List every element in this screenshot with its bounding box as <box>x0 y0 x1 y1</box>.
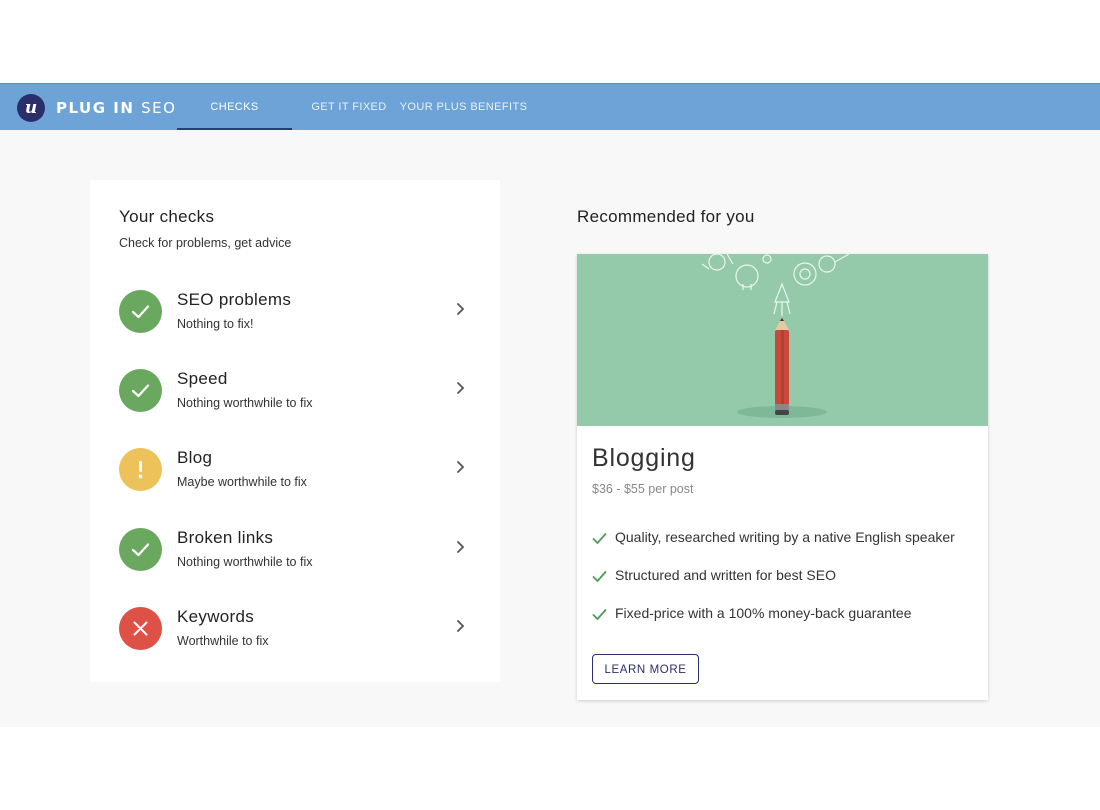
check-icon <box>592 533 607 544</box>
feature-text: Fixed-price with a 100% money-back guara… <box>615 605 912 621</box>
brand-name-bold: PLUG IN <box>56 99 135 117</box>
tab-your-plus-benefits[interactable]: YOUR PLUS BENEFITS <box>397 84 530 131</box>
check-item-title: Keywords <box>177 607 255 626</box>
tab-get-it-fixed[interactable]: GET IT FIXED <box>308 84 390 131</box>
check-item-status: Maybe worthwhile to fix <box>177 475 307 489</box>
learn-more-button[interactable]: LEARN MORE <box>592 654 699 684</box>
exclamation-icon <box>119 448 162 491</box>
brand-name[interactable]: PLUG IN SEO <box>56 99 176 117</box>
chevron-right-icon[interactable] <box>455 381 465 395</box>
checks-subtitle: Check for problems, get advice <box>119 236 292 250</box>
check-icon <box>592 571 607 582</box>
chevron-right-icon[interactable] <box>455 540 465 554</box>
check-item-blog[interactable]: Blog Maybe worthwhile to fix <box>119 448 469 498</box>
recommendation-title: Blogging <box>592 444 696 472</box>
blogging-hero-image <box>577 254 988 426</box>
brand-name-light: SEO <box>141 99 177 117</box>
chevron-right-icon[interactable] <box>455 460 465 474</box>
check-item-status: Nothing worthwhile to fix <box>177 396 313 410</box>
tab-checks[interactable]: CHECKS <box>177 84 292 131</box>
check-item-keywords[interactable]: Keywords Worthwhile to fix <box>119 607 469 657</box>
feature-text: Structured and written for best SEO <box>615 567 836 583</box>
pencil-illustration-icon <box>701 254 850 418</box>
check-icon <box>119 290 162 333</box>
recommendation-card: Blogging $36 - $55 per post Quality, res… <box>577 254 988 700</box>
brand-logo-icon[interactable]: u <box>17 94 45 122</box>
check-item-status: Nothing worthwhile to fix <box>177 555 313 569</box>
recommended-heading: Recommended for you <box>577 207 755 226</box>
check-item-title: Broken links <box>177 528 274 547</box>
check-item-title: Speed <box>177 369 228 388</box>
check-item-speed[interactable]: Speed Nothing worthwhile to fix <box>119 369 469 419</box>
check-icon <box>592 609 607 620</box>
main-content: Your checks Check for problems, get advi… <box>0 130 1100 727</box>
chevron-right-icon[interactable] <box>455 619 465 633</box>
x-icon <box>119 607 162 650</box>
check-item-status: Worthwhile to fix <box>177 634 269 648</box>
check-item-seo-problems[interactable]: SEO problems Nothing to fix! <box>119 290 469 340</box>
checks-title: Your checks <box>119 207 215 226</box>
recommendation-price: $36 - $55 per post <box>592 482 694 496</box>
check-icon <box>119 369 162 412</box>
check-item-broken-links[interactable]: Broken links Nothing worthwhile to fix <box>119 528 469 578</box>
check-icon <box>119 528 162 571</box>
feature-text: Quality, researched writing by a native … <box>615 529 955 545</box>
check-item-status: Nothing to fix! <box>177 317 254 331</box>
checks-card: Your checks Check for problems, get advi… <box>90 180 500 682</box>
chevron-right-icon[interactable] <box>455 302 465 316</box>
check-item-title: Blog <box>177 448 213 467</box>
top-nav-bar: u PLUG IN SEO CHECKS GET IT FIXED YOUR P… <box>0 83 1100 131</box>
check-item-title: SEO problems <box>177 290 292 309</box>
